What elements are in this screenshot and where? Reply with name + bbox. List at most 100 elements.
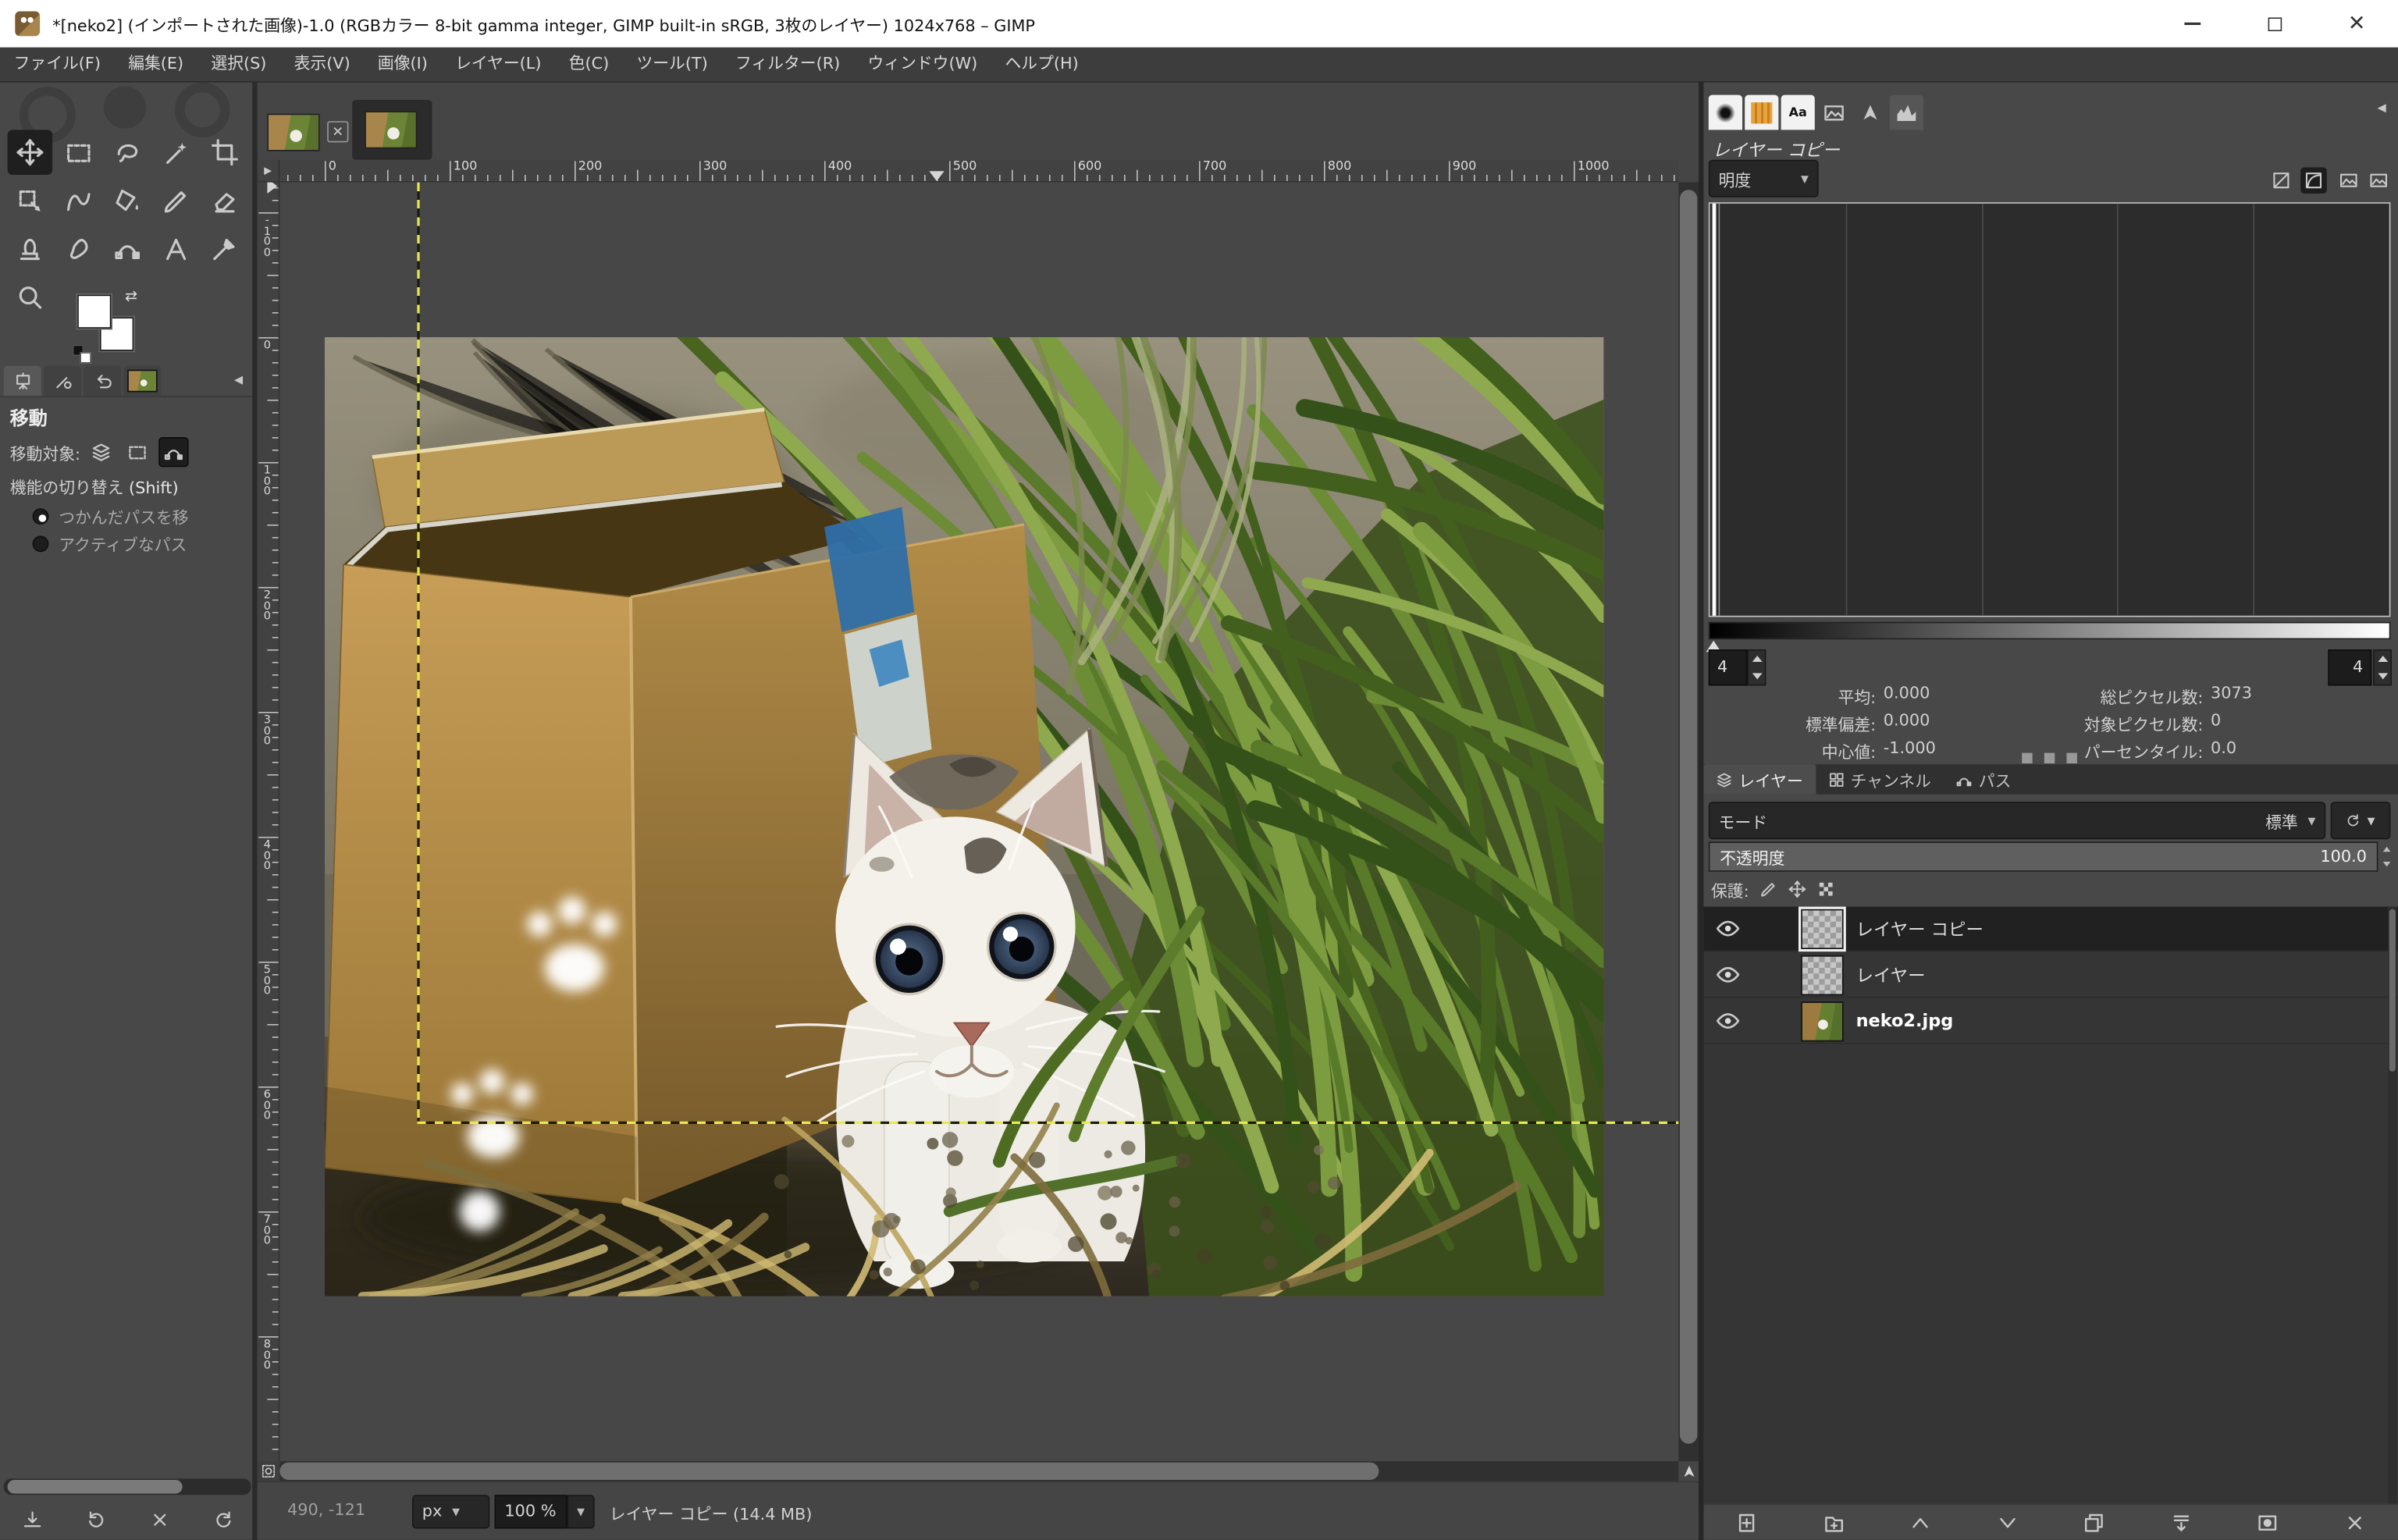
histogram-selection-icon[interactable] — [2365, 167, 2392, 194]
menu-item-選択[interactable]: 選択(S) — [197, 47, 280, 82]
canvas-viewport[interactable] — [279, 183, 1678, 1461]
paths-tool[interactable] — [105, 226, 150, 272]
menu-item-フィルター[interactable]: フィルター(R) — [721, 47, 853, 82]
vertical-ruler[interactable]: -1000100200300400500600700800 — [258, 183, 280, 1461]
image-tab-2[interactable] — [352, 100, 432, 160]
tab-パス[interactable]: パス — [1944, 764, 2023, 794]
visibility-eye-icon[interactable] — [1716, 1009, 1741, 1033]
duplicate-layer-icon[interactable] — [2076, 1507, 2112, 1537]
new-layer-icon[interactable] — [1730, 1507, 1765, 1537]
move-tool[interactable] — [8, 130, 53, 175]
menu-item-ツール[interactable]: ツール(T) — [623, 47, 722, 82]
close-tab-icon[interactable]: ✕ — [327, 121, 348, 142]
bucket-fill-tool[interactable] — [105, 178, 150, 223]
move-target-path[interactable] — [159, 437, 189, 467]
histogram-channel-select[interactable]: 明度▼ — [1709, 160, 1819, 197]
move-lock-icon[interactable] — [1789, 880, 1806, 898]
raise-layer-icon[interactable] — [1903, 1507, 1938, 1537]
move-target-layer[interactable] — [87, 437, 116, 467]
tool-options-scrollbar[interactable] — [4, 1478, 251, 1495]
delete-preset-icon[interactable] — [144, 1505, 174, 1535]
text-tool[interactable] — [154, 226, 199, 272]
menu-item-ファイル[interactable]: ファイル(F) — [0, 47, 115, 82]
restore-preset-icon[interactable] — [80, 1505, 110, 1535]
foreground-color-swatch[interactable] — [77, 295, 111, 329]
smudge-tool[interactable] — [56, 226, 101, 272]
tab-チャンネル[interactable]: チャンネル — [1816, 764, 1944, 794]
clone-tool[interactable] — [8, 226, 53, 272]
title-bar[interactable]: *[neko2] (インポートされた画像)-1.0 (RGBカラー 8-bit … — [0, 0, 2398, 48]
layer-row-レイヤー コピー[interactable]: レイヤー コピー — [1703, 907, 2398, 952]
histogram-range-gradient[interactable] — [1709, 622, 2391, 639]
paint-lock-icon[interactable] — [1760, 880, 1777, 898]
warp-transform-tool[interactable] — [56, 178, 101, 223]
menu-item-表示[interactable]: 表示(V) — [280, 47, 364, 82]
linear-histogram-icon[interactable] — [2268, 167, 2295, 194]
vertical-scrollbar[interactable] — [1678, 183, 1699, 1461]
free-select-tool[interactable] — [105, 130, 150, 175]
image-thumbnail-tab[interactable] — [123, 366, 161, 396]
crop-tool[interactable] — [202, 130, 247, 175]
log-histogram-icon[interactable] — [2300, 167, 2327, 194]
layer-row-レイヤー[interactable]: レイヤー — [1703, 953, 2398, 998]
layer-row-neko2.jpg[interactable]: neko2.jpg — [1703, 999, 2398, 1044]
images-tab[interactable] — [1817, 95, 1851, 130]
layer-list-scrollbar[interactable] — [2388, 907, 2396, 1504]
tool-options-tab[interactable] — [4, 366, 41, 396]
minimize-icon[interactable] — [2151, 0, 2233, 48]
menu-item-レイヤー[interactable]: レイヤー(L) — [441, 47, 555, 82]
range-low-spinner[interactable] — [1747, 649, 1766, 685]
fonts-tab[interactable]: Aa — [1781, 95, 1815, 130]
eraser-tool[interactable] — [202, 178, 247, 223]
delete-layer-icon[interactable] — [2337, 1507, 2372, 1537]
range-low-input[interactable]: 4 — [1709, 649, 1748, 685]
collapse-right-icon[interactable]: ◀ — [2371, 98, 2393, 120]
unified-transform-tool[interactable] — [8, 178, 53, 223]
image-tab-1[interactable]: ✕ — [262, 105, 350, 159]
device-status-tab[interactable] — [44, 366, 81, 396]
new-group-icon[interactable] — [1816, 1507, 1852, 1537]
swap-colors-icon[interactable]: ⇄ — [125, 287, 137, 304]
save-preset-icon[interactable] — [17, 1505, 47, 1535]
alpha-lock-icon[interactable] — [1818, 880, 1835, 898]
histogram-all-icon[interactable] — [2336, 167, 2362, 194]
range-high-spinner[interactable] — [2373, 649, 2392, 685]
opacity-slider[interactable]: 不透明度 100.0 — [1709, 841, 2378, 871]
navigation-icon[interactable] — [1678, 1461, 1699, 1481]
fuzzy-select-tool[interactable] — [154, 130, 199, 175]
ruler-corner-button[interactable]: ▶ — [258, 160, 280, 183]
reset-tool-icon[interactable] — [208, 1505, 237, 1535]
move-mode-option-2[interactable]: アクティブなパス — [33, 532, 187, 556]
radio-icon[interactable] — [33, 508, 49, 525]
menu-item-ウィンドウ[interactable]: ウィンドウ(W) — [854, 47, 991, 82]
patterns-tab[interactable] — [1745, 95, 1778, 130]
merge-down-icon[interactable] — [2164, 1507, 2199, 1537]
rectangle-select-tool[interactable] — [56, 130, 101, 175]
close-icon[interactable]: ✕ — [2315, 0, 2398, 48]
move-mode-option-1[interactable]: つかんだパスを移 — [33, 504, 189, 528]
unit-select[interactable]: px▼ — [412, 1495, 489, 1528]
add-mask-icon[interactable] — [2250, 1507, 2286, 1537]
undo-history-tab[interactable] — [84, 366, 121, 396]
radio-icon[interactable] — [33, 535, 49, 552]
menu-item-色[interactable]: 色(C) — [555, 47, 623, 82]
panel-splitter-handle[interactable]: ■ ■ ■ — [1703, 752, 2398, 762]
color-picker-tool[interactable] — [202, 226, 247, 272]
brushes-tab[interactable] — [1709, 95, 1742, 130]
paintbrush-tool[interactable] — [154, 178, 199, 223]
blend-space-button[interactable]: ▼ — [2331, 802, 2391, 839]
tab-レイヤー[interactable]: レイヤー — [1703, 764, 1815, 794]
maximize-icon[interactable] — [2233, 0, 2316, 48]
quick-mask-toggle[interactable] — [258, 1461, 280, 1481]
opacity-spinner[interactable] — [2379, 841, 2394, 871]
visibility-eye-icon[interactable] — [1716, 916, 1741, 940]
zoom-input[interactable]: 100 % — [495, 1495, 567, 1528]
visibility-eye-icon[interactable] — [1716, 963, 1741, 987]
menu-item-編集[interactable]: 編集(E) — [115, 47, 197, 82]
range-high-input[interactable]: 4 — [2328, 649, 2371, 685]
zoom-tool[interactable] — [8, 274, 53, 319]
lower-layer-icon[interactable] — [1990, 1507, 2025, 1537]
layer-mode-select[interactable]: モード 標準▼ — [1709, 802, 2325, 839]
zoom-select-chevron-icon[interactable]: ▼ — [567, 1495, 594, 1528]
horizontal-ruler[interactable]: 01002003004005006007008009001000 — [279, 160, 1678, 183]
